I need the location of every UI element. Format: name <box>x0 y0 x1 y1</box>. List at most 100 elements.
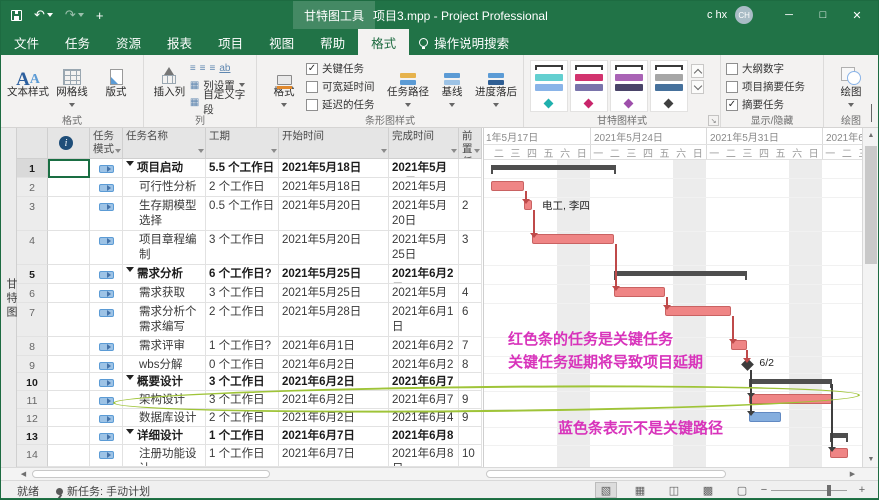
gantt-style-swatch-4[interactable] <box>650 60 688 112</box>
cell-duration[interactable]: 3 个工作日 <box>206 284 279 303</box>
cell-row-number[interactable]: 3 <box>17 197 48 231</box>
filter-arrow-icon[interactable] <box>451 149 457 156</box>
cell-duration[interactable]: 3 个工作日 <box>206 373 279 391</box>
gantt-style-swatch-1[interactable] <box>530 60 568 112</box>
table-row[interactable]: 10概要设计3 个工作日2021年6月2日2021年6月7日 <box>17 373 482 391</box>
summary-bar[interactable] <box>491 165 616 170</box>
redo-button[interactable]: ↷ <box>65 7 84 23</box>
bar-style-checkbox[interactable]: 可宽延时间 <box>306 78 386 95</box>
cell-name[interactable]: 架构设计 <box>123 391 206 409</box>
cell-mode[interactable] <box>90 178 123 197</box>
cell-name[interactable]: 数据库设计 <box>123 409 206 427</box>
cell-name[interactable]: 注册功能设计 <box>123 445 206 467</box>
filter-arrow-icon[interactable] <box>198 149 204 156</box>
zoom-slider-thumb[interactable] <box>827 485 831 496</box>
cell-mode[interactable] <box>90 303 123 337</box>
cell-finish[interactable]: 2021年6月8日 <box>389 427 459 445</box>
cell-mode[interactable] <box>90 427 123 445</box>
cell-info[interactable] <box>48 265 90 284</box>
table-row[interactable]: 7需求分析个需求编写2 个工作日2021年5月28日2021年6月1日6 <box>17 303 482 337</box>
cell-name[interactable]: 可行性分析 <box>123 178 206 197</box>
cell-predecessors[interactable]: 9 <box>459 391 482 409</box>
zoom-in-button[interactable]: + <box>851 482 873 498</box>
cell-name[interactable]: 详细设计 <box>123 427 206 445</box>
cell-row-number[interactable]: 6 <box>17 284 48 303</box>
cell-start[interactable]: 2021年6月1日 <box>279 337 389 356</box>
cell-finish[interactable]: 2021年6月2日 <box>389 337 459 356</box>
cell-start[interactable]: 2021年5月25日 <box>279 284 389 303</box>
cell-finish[interactable]: 2021年5月25日 <box>389 159 459 178</box>
cell-row-number[interactable]: 4 <box>17 231 48 265</box>
table-row[interactable]: 2可行性分析2 个工作日2021年5月18日2021年5月19日 <box>17 178 482 197</box>
cell-predecessors[interactable]: 2 <box>459 197 482 231</box>
chart-scroll-right-icon[interactable]: ▶ <box>846 468 859 480</box>
cell-start[interactable]: 2021年5月28日 <box>279 303 389 337</box>
cell-start[interactable]: 2021年5月18日 <box>279 159 389 178</box>
cell-duration[interactable]: 0.5 个工作日 <box>206 197 279 231</box>
critical-task-bar[interactable] <box>532 234 614 244</box>
tab-资源[interactable]: 资源 <box>103 29 154 55</box>
table-row[interactable]: 14注册功能设计1 个工作日2021年6月7日2021年6月8日10 <box>17 445 482 467</box>
cell-start[interactable]: 2021年6月2日 <box>279 391 389 409</box>
chart-scrollbar-thumb[interactable] <box>486 470 726 478</box>
cell-finish[interactable]: 2021年5月28日 <box>389 284 459 303</box>
maximize-button[interactable]: □ <box>806 1 840 29</box>
cell-name[interactable]: 需求评审 <box>123 337 206 356</box>
cell-name[interactable]: 项目启动 <box>123 159 206 178</box>
cell-info[interactable] <box>48 445 90 467</box>
tab-帮助[interactable]: 帮助 <box>307 29 358 55</box>
column-header-row-number[interactable] <box>17 128 48 159</box>
cell-row-number[interactable]: 10 <box>17 373 48 391</box>
cell-mode[interactable] <box>90 159 123 178</box>
cell-predecessors[interactable] <box>459 178 482 197</box>
cell-row-number[interactable]: 11 <box>17 391 48 409</box>
bar-style-checkbox[interactable]: 延迟的任务 <box>306 96 386 113</box>
cell-name[interactable]: 需求获取 <box>123 284 206 303</box>
cell-info[interactable] <box>48 231 90 265</box>
zoom-slider[interactable] <box>771 490 847 491</box>
column-header-name[interactable]: 任务名称 <box>123 128 206 159</box>
baseline-button[interactable]: 基线 <box>430 58 474 114</box>
cell-mode[interactable] <box>90 356 123 373</box>
cell-finish[interactable]: 2021年6月1日 <box>389 303 459 337</box>
bar-style-checkbox[interactable]: ✓关键任务 <box>306 60 386 77</box>
gallery-up-button[interactable] <box>691 64 704 78</box>
save-button[interactable] <box>11 10 22 21</box>
filter-arrow-icon[interactable] <box>474 149 480 156</box>
summary-bar[interactable] <box>614 271 747 276</box>
gantt-style-swatch-3[interactable] <box>610 60 648 112</box>
cell-row-number[interactable]: 1 <box>17 159 48 178</box>
table-row[interactable]: 5需求分析6 个工作日?2021年5月25日2021年6月2日 <box>17 265 482 284</box>
cell-finish[interactable]: 2021年5月25日 <box>389 231 459 265</box>
gridlines-button[interactable]: 网格线 <box>50 58 94 114</box>
cell-row-number[interactable]: 5 <box>17 265 48 284</box>
cell-row-number[interactable]: 9 <box>17 356 48 373</box>
user-name[interactable]: c hx <box>707 9 727 21</box>
layout-button[interactable]: 版式 <box>94 58 138 114</box>
expand-triangle-icon[interactable] <box>126 375 134 384</box>
show-hide-checkbox[interactable]: 项目摘要任务 <box>726 78 818 95</box>
column-header-info[interactable]: i <box>48 128 90 159</box>
cell-name[interactable]: 需求分析个需求编写 <box>123 303 206 337</box>
vertical-scrollbar-thumb[interactable] <box>865 146 877 264</box>
minimize-button[interactable]: ─ <box>772 1 806 29</box>
table-row[interactable]: 11架构设计3 个工作日2021年6月2日2021年6月7日9 <box>17 391 482 409</box>
new-task-mode[interactable]: 新任务: 手动计划 <box>56 483 150 499</box>
tab-报表[interactable]: 报表 <box>154 29 205 55</box>
cell-info[interactable] <box>48 197 90 231</box>
cell-mode[interactable] <box>90 337 123 356</box>
filter-arrow-icon[interactable] <box>271 149 277 156</box>
gantt-style-swatch-2[interactable] <box>570 60 608 112</box>
dialog-launcher-icon[interactable]: ↘ <box>708 115 719 126</box>
tab-任务[interactable]: 任务 <box>52 29 103 55</box>
table-row[interactable]: 8需求评审1 个工作日?2021年6月1日2021年6月2日7 <box>17 337 482 356</box>
cell-row-number[interactable]: 8 <box>17 337 48 356</box>
table-scroll-left-icon[interactable]: ◀ <box>17 468 30 480</box>
table-row[interactable]: 13详细设计1 个工作日2021年6月7日2021年6月8日 <box>17 427 482 445</box>
cell-info[interactable] <box>48 178 90 197</box>
cell-predecessors[interactable] <box>459 427 482 445</box>
show-hide-checkbox[interactable]: 大纲数字 <box>726 60 818 77</box>
critical-task-bar[interactable] <box>491 181 524 191</box>
customize-qat-button[interactable]: + <box>96 8 104 23</box>
cell-predecessors[interactable] <box>459 265 482 284</box>
